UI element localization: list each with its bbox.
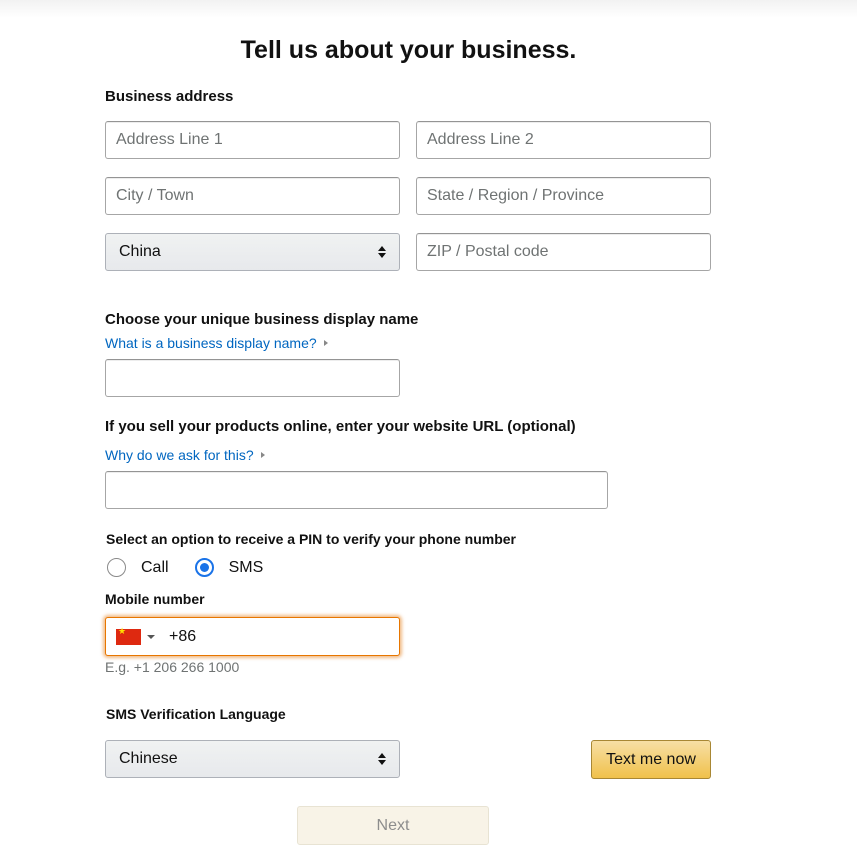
- country-select[interactable]: China: [105, 233, 400, 271]
- mobile-number-label: Mobile number: [105, 591, 205, 607]
- sms-radio[interactable]: [194, 558, 214, 577]
- website-label: If you sell your products online, enter …: [105, 418, 576, 435]
- sms-language-value: Chinese: [119, 750, 178, 767]
- display-name-help-text: What is a business display name?: [105, 335, 317, 351]
- state-input[interactable]: [416, 177, 711, 215]
- sms-language-label: SMS Verification Language: [106, 706, 286, 722]
- top-shade: [0, 0, 857, 18]
- caret-right-icon: [323, 340, 328, 346]
- call-radio[interactable]: [107, 558, 126, 577]
- select-arrows-icon: [378, 245, 386, 259]
- display-name-input[interactable]: [105, 359, 400, 397]
- call-radio-label[interactable]: Call: [141, 559, 169, 577]
- display-name-help-link[interactable]: What is a business display name?: [105, 335, 328, 351]
- select-arrows-icon: [378, 752, 386, 766]
- next-button[interactable]: Next: [297, 806, 489, 845]
- text-me-now-button[interactable]: Text me now: [591, 740, 711, 779]
- caret-right-icon: [260, 452, 265, 458]
- business-address-label: Business address: [105, 88, 234, 105]
- mobile-example-hint: E.g. +1 206 266 1000: [105, 659, 240, 675]
- china-flag-icon[interactable]: [116, 626, 141, 645]
- website-url-input[interactable]: [105, 471, 608, 509]
- address-line1-input[interactable]: [105, 121, 400, 159]
- country-select-value: China: [119, 243, 161, 260]
- address-line2-input[interactable]: [416, 121, 711, 159]
- dial-code: +86: [169, 627, 197, 645]
- sms-language-select[interactable]: Chinese: [105, 740, 400, 778]
- website-help-text: Why do we ask for this?: [105, 447, 254, 463]
- page-title: Tell us about your business.: [240, 36, 577, 64]
- website-help-link[interactable]: Why do we ask for this?: [105, 447, 265, 463]
- sms-radio-label[interactable]: SMS: [229, 559, 264, 577]
- verification-radio-group: Call SMS: [107, 558, 263, 577]
- display-name-label: Choose your unique business display name: [105, 311, 419, 328]
- mobile-number-input[interactable]: +86: [105, 617, 400, 656]
- chevron-down-icon[interactable]: [147, 634, 155, 639]
- city-input[interactable]: [105, 177, 400, 215]
- zip-input[interactable]: [416, 233, 711, 271]
- verification-label: Select an option to receive a PIN to ver…: [106, 531, 516, 547]
